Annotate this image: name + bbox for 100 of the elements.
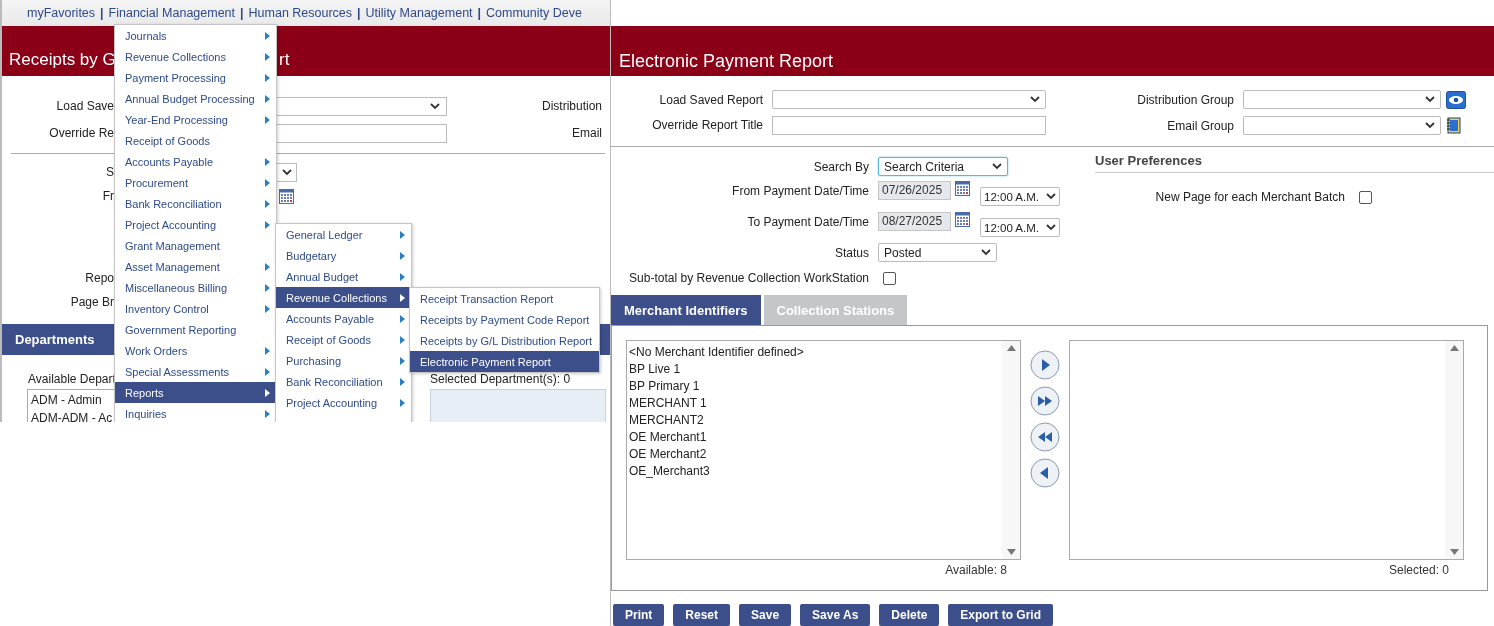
- date-field[interactable]: 08/27/2025: [878, 212, 951, 231]
- menu-item[interactable]: Receipt of Goods: [115, 130, 276, 151]
- submenu-arrow-icon: [400, 230, 405, 239]
- nav-link[interactable]: Human Resources: [248, 6, 353, 20]
- scroll-down-arrow[interactable]: [1449, 549, 1459, 555]
- dropdown[interactable]: Search Criteria: [878, 157, 1008, 176]
- field-label: Override Re: [48, 126, 114, 140]
- nav-link[interactable]: Utility Management: [365, 6, 473, 20]
- time-dropdown[interactable]: 12:00 A.M.: [980, 218, 1060, 237]
- field-label: Load Saved Report: [658, 92, 763, 107]
- scroll-down-arrow[interactable]: [1006, 549, 1016, 555]
- calendar-icon[interactable]: [279, 188, 294, 204]
- field-label: Fr: [101, 189, 114, 203]
- field-label: S: [105, 165, 114, 179]
- menu-item[interactable]: Year-End Processing: [115, 109, 276, 130]
- chevron-icon: [992, 163, 1002, 170]
- nav-separator: |: [477, 6, 482, 20]
- input-field[interactable]: [772, 115, 1046, 135]
- submenu-arrow-icon: [400, 314, 405, 323]
- menu-item[interactable]: Reports: [115, 382, 276, 403]
- menu-item[interactable]: Budgetary: [276, 245, 411, 266]
- menu-item[interactable]: Receipts by G/L Distribution Report: [410, 330, 599, 351]
- menu-item[interactable]: Bank Reconciliation: [276, 371, 411, 392]
- count-label: Selected: 0: [1387, 563, 1449, 577]
- submenu-arrow-icon: [265, 31, 270, 40]
- list-label: Selected Department(s): 0: [430, 372, 571, 386]
- date-field[interactable]: 07/26/2025: [878, 181, 951, 200]
- action-button[interactable]: Save: [739, 604, 792, 626]
- page-title: Electronic Payment Report: [619, 51, 834, 72]
- move-right-button[interactable]: [1030, 350, 1060, 380]
- menu-item[interactable]: Asset Management: [115, 256, 276, 277]
- menu-item[interactable]: Project Accounting: [115, 214, 276, 235]
- chevron-icon: [1425, 96, 1435, 103]
- calendar-button[interactable]: [955, 212, 970, 227]
- list-box[interactable]: <No Merchant Identifier defined> BP Live 1 BP Primary 1 MERCHANT 1 MERCHANT2 OE Merchant1 OE Merchant2 OE_Merchant3: [626, 340, 1021, 560]
- chevron-icon: [1425, 122, 1435, 129]
- submenu-arrow-icon: [265, 304, 270, 313]
- move-all-left-button[interactable]: [1030, 422, 1060, 452]
- checkbox[interactable]: [883, 272, 896, 285]
- action-button[interactable]: Delete: [879, 604, 940, 626]
- menu-item[interactable]: Revenue Collections: [276, 287, 411, 308]
- scroll-up-arrow[interactable]: [1006, 345, 1016, 351]
- chevron-icon: [281, 168, 292, 176]
- submenu-arrow-icon: [265, 409, 270, 418]
- field-label: To Payment Date/Time: [746, 214, 869, 231]
- tab[interactable]: Merchant Identifiers: [611, 295, 761, 325]
- action-button[interactable]: Export to Grid: [948, 604, 1054, 626]
- submenu-arrow-icon: [400, 335, 405, 344]
- move-all-right-button[interactable]: [1030, 386, 1060, 416]
- menu-item[interactable]: Bank Reconciliation: [115, 193, 276, 214]
- submenu-arrow-icon: [265, 283, 270, 292]
- submenu-arrow-icon: [400, 251, 405, 260]
- submenu-arrow-icon: [265, 262, 270, 271]
- eye-icon[interactable]: [1446, 90, 1466, 109]
- action-button[interactable]: Save As: [800, 604, 871, 626]
- menu-item[interactable]: Receipt Transaction Report: [410, 288, 599, 309]
- submenu-arrow-icon: [265, 73, 270, 82]
- menu-item[interactable]: Journals: [115, 25, 276, 46]
- input-field[interactable]: [277, 123, 447, 143]
- action-button[interactable]: Print: [613, 604, 665, 626]
- page-title: Receipts by G: [9, 50, 116, 69]
- nav-link[interactable]: Financial Management: [108, 6, 236, 20]
- menu-item[interactable]: Accounts Payable: [115, 151, 276, 172]
- option-label: New Page for each Merchant Batch: [1155, 190, 1345, 204]
- book-icon[interactable]: [1446, 117, 1461, 134]
- menu-item[interactable]: Payment Processing: [115, 67, 276, 88]
- menu-item[interactable]: Revenue Collections: [115, 46, 276, 67]
- field-label: Status: [833, 245, 869, 262]
- field-label: Email: [571, 126, 603, 140]
- page-title: rt: [279, 50, 290, 70]
- chevron-icon: [430, 102, 440, 110]
- menu-item[interactable]: Miscellaneous Billing: [115, 277, 276, 298]
- move-left-button[interactable]: [1030, 458, 1060, 488]
- action-button[interactable]: Reset: [673, 604, 731, 626]
- menu-item[interactable]: Receipt of Goods: [276, 329, 411, 350]
- menu-item[interactable]: Grant Management: [115, 235, 276, 256]
- menu-item[interactable]: Electronic Payment Report: [410, 351, 599, 372]
- menu-item[interactable]: Inquiries: [115, 403, 276, 422]
- calendar-button[interactable]: [955, 181, 970, 196]
- menu-item[interactable]: Procurement: [115, 172, 276, 193]
- scroll-up-arrow[interactable]: [1449, 345, 1459, 351]
- menu-item[interactable]: General Ledger: [276, 224, 411, 245]
- count-label: Available: 8: [944, 563, 1007, 577]
- menu-item[interactable]: Annual Budget Processing: [115, 88, 276, 109]
- menu-item[interactable]: Inventory Control: [115, 298, 276, 319]
- menu-item[interactable]: Project Accounting: [276, 392, 411, 413]
- field-label: Distribution Group: [1136, 92, 1235, 107]
- submenu-arrow-icon: [400, 356, 405, 365]
- submenu-arrow-icon: [400, 377, 405, 386]
- nav-link[interactable]: myFavorites: [27, 6, 96, 20]
- menu-item[interactable]: Annual Budget: [276, 266, 411, 287]
- chevron-icon: [981, 249, 991, 256]
- section-heading: User Preferences: [1095, 153, 1494, 173]
- dropdown[interactable]: Posted: [878, 243, 997, 262]
- nav-link[interactable]: Community Deve: [486, 6, 582, 20]
- time-dropdown[interactable]: 12:00 A.M.: [980, 187, 1060, 206]
- checkbox[interactable]: [1359, 190, 1372, 204]
- submenu-arrow-icon: [265, 52, 270, 61]
- menu-item[interactable]: Special Assessments: [115, 361, 276, 382]
- field-label: Search By: [812, 159, 869, 176]
